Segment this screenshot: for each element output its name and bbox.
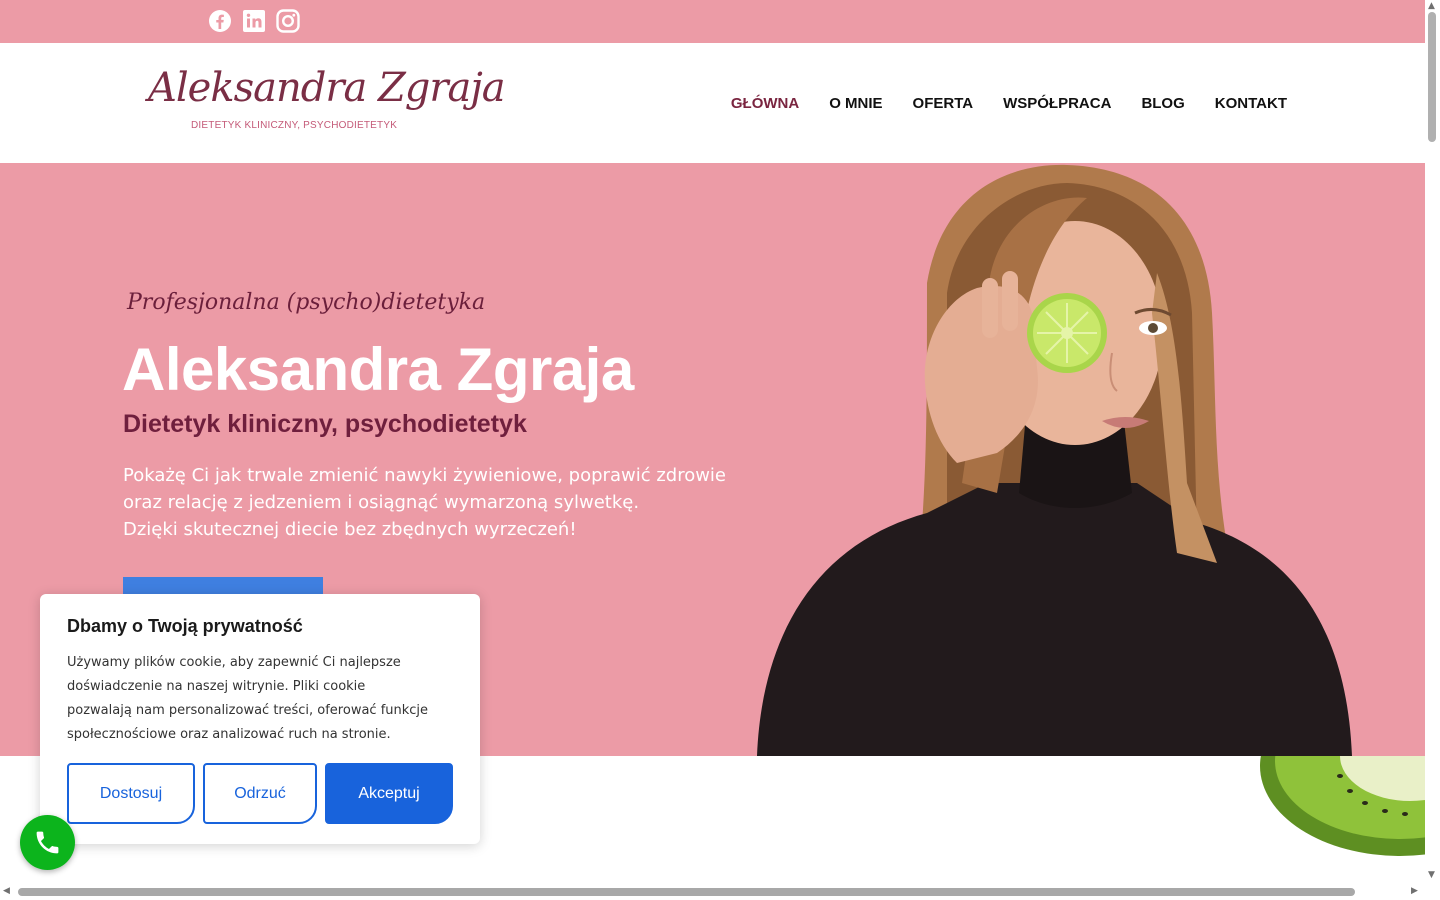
scroll-down-arrow-icon[interactable]: ▼	[1428, 870, 1435, 880]
facebook-icon[interactable]	[208, 9, 232, 33]
hero-text-line: Dzięki skutecznej diecie bez zbędnych wy…	[123, 519, 577, 540]
cookie-title: Dbamy o Twoją prywatność	[67, 616, 303, 636]
hero-kicker: Profesjonalna (psycho)dietetyka	[127, 290, 486, 315]
nav-item-o-mnie[interactable]: O MNIE	[829, 95, 882, 112]
cookie-text-line: Używamy plików cookie, aby zapewnić Ci n…	[67, 655, 401, 670]
horizontal-scrollbar-thumb[interactable]	[18, 888, 1355, 896]
portrait-image	[757, 164, 1352, 756]
nav-item-blog[interactable]: BLOG	[1141, 95, 1184, 112]
cookie-accept-label: Akceptuj	[358, 785, 420, 802]
hero-description: Pokażę Ci jak trwale zmienić nawyki żywi…	[123, 462, 727, 543]
cookie-description: Używamy plików cookie, aby zapewnić Ci n…	[67, 651, 467, 747]
cookie-customize-button[interactable]: Dostosuj	[67, 763, 195, 824]
instagram-icon[interactable]	[276, 9, 300, 33]
cookie-reject-button[interactable]: Odrzuć	[203, 763, 317, 824]
hero-title: Aleksandra Zgraja	[122, 336, 634, 403]
cookie-text-line: doświadczenie na naszej witrynie. Pliki …	[67, 679, 366, 694]
nav-item-wspolpraca[interactable]: WSPÓŁPRACA	[1003, 95, 1111, 112]
cookie-reject-label: Odrzuć	[234, 785, 286, 802]
site-logo[interactable]: Aleksandra Zgraja DIETETYK KLINICZNY, PS…	[148, 65, 506, 141]
cookie-text-line: społecznościowe oraz analizować ruch na …	[67, 727, 391, 742]
kiwi-image	[1260, 756, 1425, 856]
hero-text-line: Pokażę Ci jak trwale zmienić nawyki żywi…	[123, 465, 727, 486]
site-header: Aleksandra Zgraja DIETETYK KLINICZNY, PS…	[0, 43, 1425, 163]
page: Aleksandra Zgraja DIETETYK KLINICZNY, PS…	[0, 0, 1440, 900]
linkedin-icon[interactable]	[242, 9, 266, 33]
logo-tagline: DIETETYK KLINICZNY, PSYCHODIETETYK	[191, 120, 398, 131]
main-nav: GŁÓWNA O MNIE OFERTA WSPÓŁPRACA BLOG KON…	[731, 95, 1287, 112]
phone-icon	[36, 831, 59, 854]
nav-item-glowna[interactable]: GŁÓWNA	[731, 95, 799, 112]
cookie-consent-dialog: Dbamy o Twoją prywatność Używamy plików …	[40, 594, 480, 844]
scroll-up-arrow-icon[interactable]: ▲	[1428, 1, 1435, 11]
cookie-text-line: pozwalają nam personalizować treści, ofe…	[67, 703, 429, 718]
cookie-customize-label: Dostosuj	[99, 785, 163, 802]
logo-script: Aleksandra Zgraja	[148, 65, 506, 111]
nav-item-kontakt[interactable]: KONTAKT	[1215, 95, 1287, 112]
cookie-accept-button[interactable]: Akceptuj	[325, 763, 453, 824]
social-topbar	[0, 0, 1425, 43]
scroll-right-arrow-icon[interactable]: ▶	[1411, 886, 1418, 896]
hero-subtitle: Dietetyk kliniczny, psychodietetyk	[123, 410, 527, 438]
scroll-left-arrow-icon[interactable]: ◀	[3, 886, 10, 896]
nav-item-oferta[interactable]: OFERTA	[913, 95, 974, 112]
hero-text-line: oraz relację z jedzeniem i osiągnąć wyma…	[123, 492, 640, 513]
call-button[interactable]	[20, 815, 75, 870]
vertical-scrollbar-thumb[interactable]	[1428, 12, 1436, 142]
